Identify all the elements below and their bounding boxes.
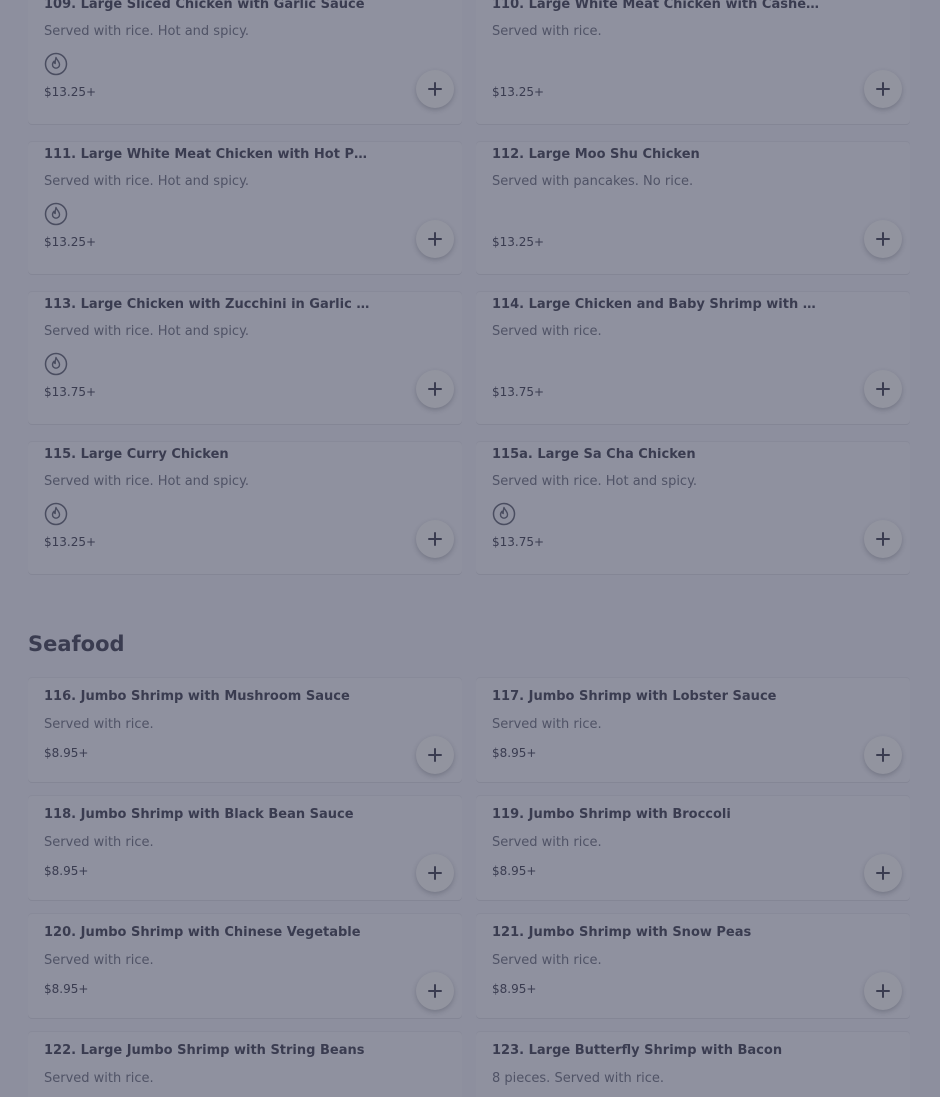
flame-icon xyxy=(44,52,68,76)
menu-item-card-121[interactable]: 121. Jumbo Shrimp with Snow Peas Served … xyxy=(476,914,910,1018)
add-to-cart-button[interactable] xyxy=(416,854,454,892)
item-name: 114. Large Chicken and Baby Shrimp with … xyxy=(492,297,820,312)
item-name: 119. Jumbo Shrimp with Broccoli xyxy=(492,807,731,822)
flame-icon xyxy=(44,502,68,526)
add-to-cart-button[interactable] xyxy=(864,972,902,1010)
flame-icon xyxy=(44,352,68,376)
flame-icon xyxy=(492,502,516,526)
plus-icon xyxy=(876,866,890,880)
menu-item-card-112[interactable]: 112. Large Moo Shu Chicken Served with p… xyxy=(476,142,910,274)
item-description: Served with pancakes. No rice. xyxy=(492,174,694,189)
item-name: 120. Jumbo Shrimp with Chinese Vegetable xyxy=(44,925,361,940)
item-description: Served with rice. Hot and spicy. xyxy=(44,24,250,39)
add-to-cart-button[interactable] xyxy=(864,736,902,774)
item-price: $13.25+ xyxy=(44,235,97,249)
menu-item-card-115[interactable]: 115. Large Curry Chicken Served with ric… xyxy=(28,442,462,574)
item-description: Served with rice. xyxy=(492,717,602,732)
menu-item-card-117[interactable]: 117. Jumbo Shrimp with Lobster Sauce Ser… xyxy=(476,678,910,782)
item-name: 111. Large White Meat Chicken with Hot P… xyxy=(44,147,372,162)
menu-item-card-123[interactable]: 123. Large Butterfly Shrimp with Bacon 8… xyxy=(476,1032,910,1097)
menu-item-card-116[interactable]: 116. Jumbo Shrimp with Mushroom Sauce Se… xyxy=(28,678,462,782)
item-name: 116. Jumbo Shrimp with Mushroom Sauce xyxy=(44,689,350,704)
item-description: Served with rice. xyxy=(44,953,154,968)
item-name: 118. Jumbo Shrimp with Black Bean Sauce xyxy=(44,807,354,822)
item-price: $8.95+ xyxy=(44,746,89,760)
item-price: $8.95+ xyxy=(44,864,89,878)
item-description: Served with rice. xyxy=(492,324,602,339)
plus-icon xyxy=(876,984,890,998)
item-price: $8.95+ xyxy=(44,982,89,996)
plus-icon xyxy=(428,984,442,998)
item-description: Served with rice. Hot and spicy. xyxy=(44,174,250,189)
item-name: 115a. Large Sa Cha Chicken xyxy=(492,447,696,462)
item-description: Served with rice. xyxy=(492,835,602,850)
plus-icon xyxy=(428,532,442,546)
flame-icon xyxy=(44,202,68,226)
item-name: 123. Large Butterfly Shrimp with Bacon xyxy=(492,1043,783,1058)
menu-item-card-114[interactable]: 114. Large Chicken and Baby Shrimp with … xyxy=(476,292,910,424)
item-price: $13.25+ xyxy=(44,85,97,99)
plus-icon xyxy=(876,382,890,396)
item-price: $13.25+ xyxy=(492,85,545,99)
item-name: 113. Large Chicken with Zucchini in Garl… xyxy=(44,297,372,312)
item-name: 117. Jumbo Shrimp with Lobster Sauce xyxy=(492,689,777,704)
item-price: $8.95+ xyxy=(492,746,537,760)
item-price: $13.75+ xyxy=(44,385,97,399)
item-description: Served with rice. Hot and spicy. xyxy=(44,474,250,489)
item-name: 112. Large Moo Shu Chicken xyxy=(492,147,700,162)
add-to-cart-button[interactable] xyxy=(864,854,902,892)
add-to-cart-button[interactable] xyxy=(864,70,902,108)
item-name: 115. Large Curry Chicken xyxy=(44,447,229,462)
add-to-cart-button[interactable] xyxy=(416,70,454,108)
item-description: Served with rice. xyxy=(492,24,602,39)
add-to-cart-button[interactable] xyxy=(416,736,454,774)
menu-item-card-120[interactable]: 120. Jumbo Shrimp with Chinese Vegetable… xyxy=(28,914,462,1018)
menu-item-card-115a[interactable]: 115a. Large Sa Cha Chicken Served with r… xyxy=(476,442,910,574)
item-description: Served with rice. xyxy=(44,835,154,850)
menu-item-card-122[interactable]: 122. Large Jumbo Shrimp with String Bean… xyxy=(28,1032,462,1097)
add-to-cart-button[interactable] xyxy=(416,972,454,1010)
plus-icon xyxy=(876,532,890,546)
plus-icon xyxy=(876,82,890,96)
item-name: 121. Jumbo Shrimp with Snow Peas xyxy=(492,925,752,940)
plus-icon xyxy=(876,232,890,246)
add-to-cart-button[interactable] xyxy=(864,370,902,408)
add-to-cart-button[interactable] xyxy=(416,220,454,258)
menu-item-card-113[interactable]: 113. Large Chicken with Zucchini in Garl… xyxy=(28,292,462,424)
item-description: Served with rice. xyxy=(44,717,154,732)
add-to-cart-button[interactable] xyxy=(416,520,454,558)
menu-item-card-118[interactable]: 118. Jumbo Shrimp with Black Bean Sauce … xyxy=(28,796,462,900)
plus-icon xyxy=(428,82,442,96)
plus-icon xyxy=(428,866,442,880)
plus-icon xyxy=(876,748,890,762)
menu-item-card-119[interactable]: 119. Jumbo Shrimp with Broccoli Served w… xyxy=(476,796,910,900)
menu-item-card-110[interactable]: 110. Large White Meat Chicken with Cashe… xyxy=(476,0,910,124)
item-description: Served with rice. xyxy=(44,1071,154,1086)
item-description: Served with rice. Hot and spicy. xyxy=(44,324,250,339)
section-title-seafood: Seafood xyxy=(28,632,125,656)
item-description: Served with rice. Hot and spicy. xyxy=(492,474,698,489)
plus-icon xyxy=(428,748,442,762)
item-price: $8.95+ xyxy=(492,864,537,878)
item-description: Served with rice. xyxy=(492,953,602,968)
menu-item-card-109[interactable]: 109. Large Sliced Chicken with Garlic Sa… xyxy=(28,0,462,124)
add-to-cart-button[interactable] xyxy=(416,370,454,408)
add-to-cart-button[interactable] xyxy=(864,220,902,258)
add-to-cart-button[interactable] xyxy=(864,520,902,558)
item-price: $8.95+ xyxy=(492,982,537,996)
item-price: $13.25+ xyxy=(492,235,545,249)
menu-item-card-111[interactable]: 111. Large White Meat Chicken with Hot P… xyxy=(28,142,462,274)
item-name: 109. Large Sliced Chicken with Garlic Sa… xyxy=(44,0,365,12)
item-name: 122. Large Jumbo Shrimp with String Bean… xyxy=(44,1043,365,1058)
item-name: 110. Large White Meat Chicken with Cashe… xyxy=(492,0,820,12)
item-price: $13.75+ xyxy=(492,535,545,549)
item-description: 8 pieces. Served with rice. xyxy=(492,1071,665,1086)
plus-icon xyxy=(428,232,442,246)
plus-icon xyxy=(428,382,442,396)
item-price: $13.75+ xyxy=(492,385,545,399)
item-price: $13.25+ xyxy=(44,535,97,549)
